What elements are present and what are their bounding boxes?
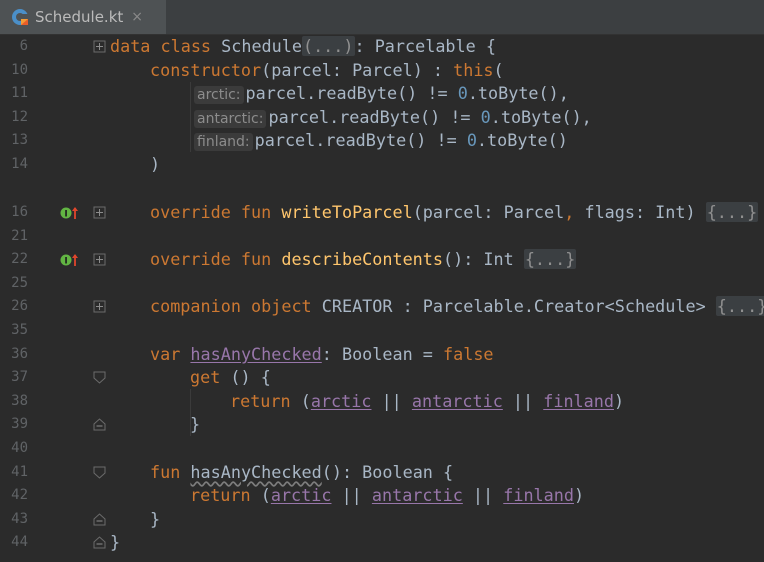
implements-override-icon[interactable]: I — [60, 206, 80, 220]
code-line[interactable]: 39 } — [0, 413, 764, 437]
folded-region[interactable]: {...} — [715, 296, 764, 317]
line-number: 25 — [11, 274, 28, 291]
code-text: antarctic: parcel.readByte() != 0.toByte(… — [194, 106, 592, 132]
code-text: constructor(parcel: Parcel) : this( — [150, 59, 504, 80]
line-number: 12 — [11, 108, 28, 125]
fold-end-icon[interactable] — [93, 536, 106, 549]
code-text: ) — [150, 154, 161, 174]
code-line[interactable]: 26 companion object CREATOR : Parcelable… — [0, 295, 764, 319]
fold-expand-icon[interactable] — [93, 40, 106, 53]
parameter-hint: arctic: — [194, 86, 244, 105]
line-number: 26 — [11, 298, 28, 315]
line-number: 36 — [11, 345, 28, 362]
folded-region[interactable]: {...} — [705, 202, 759, 222]
code-line[interactable]: 42 return (arctic || antarctic || finlan… — [0, 484, 764, 508]
line-number: 10 — [11, 61, 28, 78]
close-tab-icon[interactable]: × — [131, 9, 143, 25]
code-line[interactable]: 36 var hasAnyChecked: Boolean = false — [0, 343, 764, 367]
fold-expand-icon[interactable] — [93, 300, 106, 313]
tab-schedule-kt[interactable]: Schedule.kt × — [0, 0, 166, 34]
code-line[interactable]: 25 — [0, 272, 764, 296]
line-number: 6 — [19, 38, 28, 54]
line-number: 41 — [11, 463, 28, 480]
line-number: 38 — [11, 392, 28, 409]
fold-end-icon[interactable] — [93, 418, 106, 431]
folded-region[interactable]: {...} — [523, 249, 577, 270]
code-text: var hasAnyChecked: Boolean = false — [150, 343, 494, 364]
code-line[interactable]: 22 I override fun describeContents(): In… — [0, 248, 764, 272]
svg-text:I: I — [64, 210, 67, 220]
code-text: companion object CREATOR : Parcelable.Cr… — [150, 295, 764, 319]
line-number: 22 — [11, 251, 28, 268]
fold-expand-icon[interactable] — [93, 253, 106, 266]
folded-region[interactable]: (...) — [301, 36, 355, 56]
fold-end-icon[interactable] — [93, 513, 106, 526]
svg-text:I: I — [64, 257, 67, 267]
parameter-hint: finland: — [194, 133, 253, 152]
line-number: 37 — [11, 369, 28, 386]
code-line[interactable]: 35 — [0, 319, 764, 343]
line-number: 40 — [11, 440, 28, 456]
code-line[interactable]: 38 return (arctic || antarctic || finlan… — [0, 390, 764, 414]
code-text: return (arctic || antarctic || finland) — [230, 390, 625, 411]
code-text: return (arctic || antarctic || finland) — [190, 485, 585, 506]
code-line[interactable]: 41 fun hasAnyChecked(): Boolean { — [0, 461, 764, 485]
code-text: get () { — [190, 367, 271, 388]
fold-start-icon[interactable] — [93, 466, 106, 479]
code-line[interactable]: 14 ) — [0, 153, 764, 177]
code-text: finland: parcel.readByte() != 0.toByte() — [194, 129, 568, 155]
code-line[interactable]: 11 arctic: parcel.readByte() != 0.toByte(… — [0, 82, 764, 106]
code-line[interactable]: 6 data class Schedule(...): Parcelable { — [0, 35, 764, 59]
code-editor[interactable]: 6 data class Schedule(...): Parcelable {… — [0, 35, 764, 562]
code-text: arctic: parcel.readByte() != 0.toByte(), — [194, 82, 569, 108]
code-text: } — [150, 508, 161, 529]
code-line[interactable]: 16 I override fun writeToParcel(parcel: … — [0, 201, 764, 225]
line-number: 13 — [11, 132, 28, 149]
editor-tab-bar: Schedule.kt × — [0, 0, 764, 35]
code-line[interactable]: 10 constructor(parcel: Parcel) : this( — [0, 59, 764, 83]
line-number: 44 — [11, 534, 28, 551]
code-line[interactable]: 12 antarctic: parcel.readByte() != 0.toBy… — [0, 106, 764, 130]
line-number: 11 — [11, 85, 28, 102]
code-line[interactable]: 13 finland: parcel.readByte() != 0.toByte… — [0, 129, 764, 153]
code-text: override fun writeToParcel(parcel: Parce… — [150, 202, 759, 222]
line-number: 16 — [11, 204, 28, 220]
code-line[interactable]: 21 — [0, 225, 764, 249]
fold-expand-icon[interactable] — [93, 206, 106, 219]
code-text: } — [190, 414, 201, 435]
implements-override-icon[interactable]: I — [60, 253, 80, 267]
code-line[interactable]: 43 } — [0, 508, 764, 532]
code-text: } — [110, 532, 121, 553]
line-number: 21 — [11, 227, 28, 244]
tab-label: Schedule.kt — [35, 8, 124, 26]
line-number: 43 — [11, 510, 28, 527]
line-number: 39 — [11, 416, 28, 433]
code-line[interactable]: 44 } — [0, 531, 764, 555]
code-line[interactable]: 40 — [0, 437, 764, 461]
code-text: override fun describeContents(): Int {..… — [150, 249, 577, 270]
kotlin-file-icon — [12, 9, 29, 25]
fold-start-icon[interactable] — [93, 371, 106, 384]
code-line[interactable]: 37 get () { — [0, 366, 764, 390]
code-text: fun hasAnyChecked(): Boolean { — [150, 461, 454, 482]
line-number: 35 — [11, 322, 28, 338]
line-number: 42 — [11, 487, 28, 504]
parameter-hint: antarctic: — [194, 109, 267, 128]
code-text: data class Schedule(...): Parcelable { — [110, 36, 496, 56]
line-number: 14 — [11, 156, 28, 172]
